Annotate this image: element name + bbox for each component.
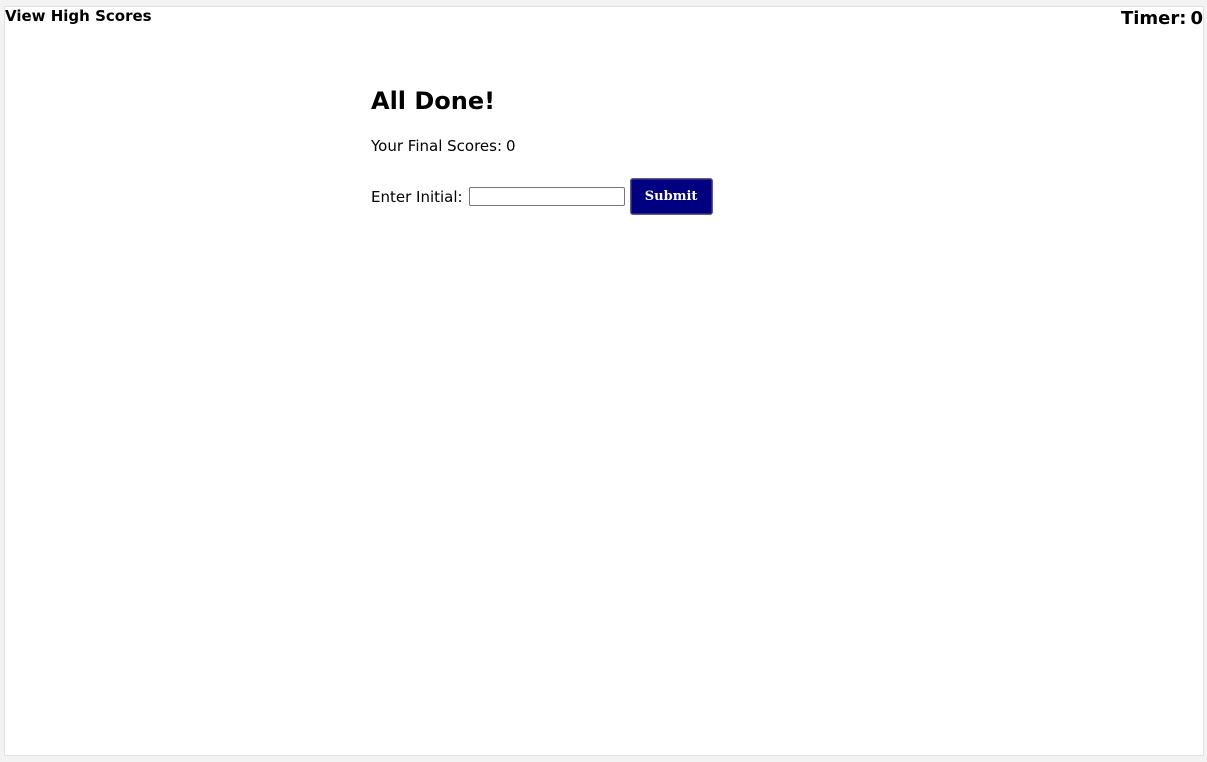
submit-button[interactable]: Submit	[629, 178, 713, 215]
final-score-label: Your Final Scores:	[371, 137, 503, 155]
page-title: All Done!	[371, 87, 496, 115]
timer-value: 0	[1190, 8, 1203, 29]
page-viewport: View High Scores Timer: 0 All Done! Your …	[4, 6, 1204, 756]
timer-display: Timer: 0	[1121, 8, 1203, 29]
initials-label: Enter Initial:	[371, 187, 463, 206]
results-panel: All Done! Your Final Scores: 0 Enter Init…	[371, 87, 871, 215]
view-high-scores-link[interactable]: View High Scores	[5, 7, 152, 25]
final-score-value: 0	[506, 137, 516, 155]
timer-label: Timer:	[1120, 8, 1187, 29]
initials-form: Enter Initial: Submit	[371, 178, 871, 215]
initials-input[interactable]	[468, 187, 625, 206]
final-score: Your Final Scores: 0	[371, 137, 871, 155]
